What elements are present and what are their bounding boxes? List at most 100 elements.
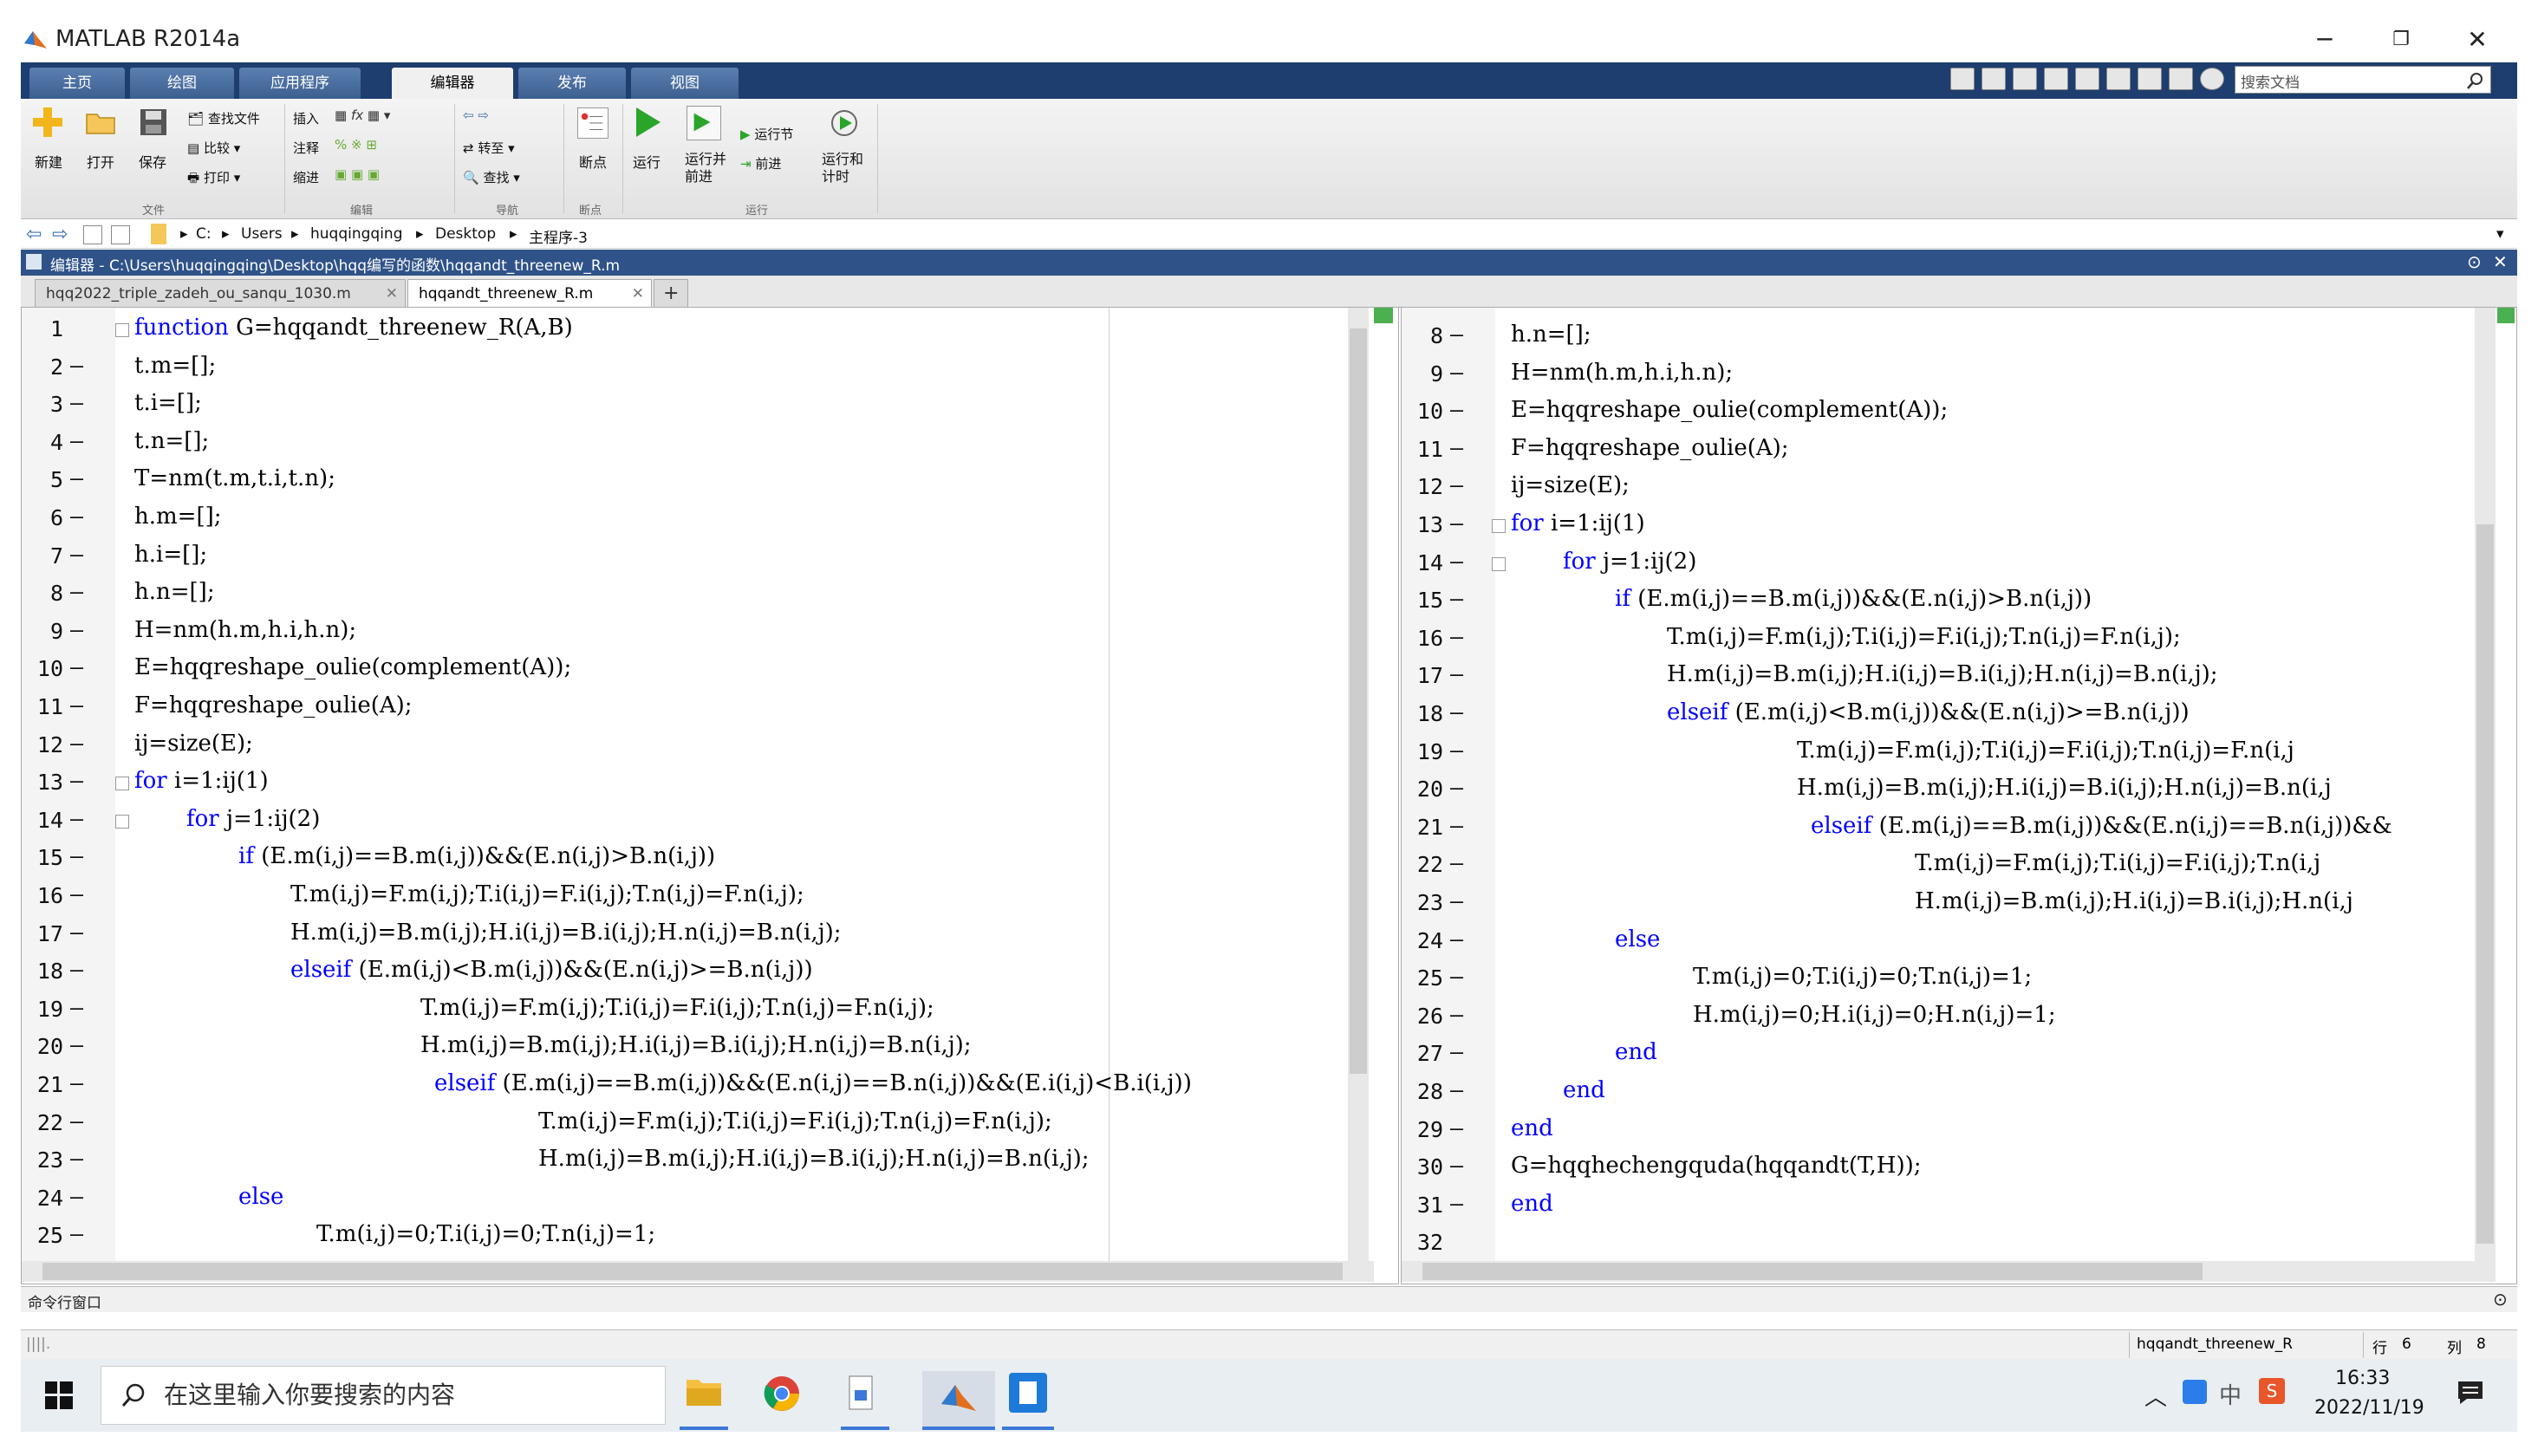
windows-start-icon[interactable] bbox=[45, 1381, 73, 1409]
breakpoint-marker[interactable]: — bbox=[70, 428, 83, 453]
breakpoint-marker[interactable]: — bbox=[1450, 888, 1463, 913]
run-section-button[interactable]: ▶ 运行节 bbox=[740, 125, 793, 143]
breakpoint-marker[interactable]: — bbox=[70, 1184, 83, 1209]
save-button[interactable]: 保存 bbox=[139, 151, 166, 172]
close-button[interactable]: ✕ bbox=[2451, 23, 2503, 57]
code-line[interactable]: 20 — H.m(i,j)=B.m(i,j);H.i(i,j)=B.i(i,j);H… bbox=[1402, 773, 2473, 811]
breakpoint-marker[interactable]: — bbox=[70, 1146, 83, 1171]
tab-editor[interactable]: 编辑器 bbox=[392, 68, 513, 99]
open-icon[interactable] bbox=[85, 109, 116, 135]
fold-toggle-icon[interactable] bbox=[1492, 519, 1506, 533]
chrome-icon[interactable] bbox=[763, 1375, 801, 1413]
code-line[interactable]: 1 function G=hqqandt_threenew_R(A,B) bbox=[22, 313, 1346, 351]
code-line[interactable]: 2 — t.m=[]; bbox=[22, 351, 1346, 389]
breakpoint-marker[interactable]: — bbox=[1450, 435, 1463, 460]
code-line[interactable]: 12 — ij=size(E); bbox=[22, 729, 1346, 767]
comment-icons[interactable]: % ※ ⊞ bbox=[335, 137, 377, 153]
breakpoint-marker[interactable]: — bbox=[70, 1032, 83, 1057]
command-window-options-icon[interactable]: ⊙ bbox=[2493, 1289, 2508, 1310]
taskbar-search-input[interactable]: 在这里输入你要搜索的内容 bbox=[101, 1366, 666, 1425]
tab-publish[interactable]: 发布 bbox=[518, 68, 626, 99]
run-time-button[interactable]: 运行和 计时 bbox=[822, 151, 863, 185]
breakpoint-marker[interactable]: — bbox=[70, 542, 83, 567]
code-line[interactable]: 18 — elseif (E.m(i,j)<B.m(i,j))&&(E.n(i,j)… bbox=[1402, 698, 2473, 736]
code-line[interactable]: 23 — H.m(i,j)=B.m(i,j);H.i(i,j)=B.i(i,j);H… bbox=[22, 1144, 1346, 1182]
breakpoint-marker[interactable]: — bbox=[70, 579, 83, 604]
breakpoint-marker[interactable]: — bbox=[70, 1108, 83, 1134]
code-line[interactable]: 21 — elseif (E.m(i,j)==B.m(i,j))&&(E.n(i,j… bbox=[22, 1069, 1346, 1107]
goto-button[interactable]: ⇄ 转至 ▾ bbox=[463, 139, 515, 157]
breakpoint-marker[interactable]: — bbox=[70, 843, 83, 868]
breakpoint-marker[interactable]: — bbox=[1450, 699, 1463, 725]
code-line[interactable]: 25 — T.m(i,j)=0;T.i(i,j)=0;T.n(i,j)=1; bbox=[1402, 962, 2473, 1000]
undo-icon[interactable] bbox=[2106, 68, 2131, 90]
code-line[interactable]: 25 — T.m(i,j)=0;T.i(i,j)=0;T.n(i,j)=1; bbox=[22, 1219, 1346, 1258]
code-line[interactable]: 14 — for j=1:ij(2) bbox=[1402, 547, 2473, 585]
breakpoint-marker[interactable]: — bbox=[70, 617, 83, 642]
help-icon[interactable] bbox=[2200, 68, 2224, 90]
code-line[interactable]: 19 — T.m(i,j)=F.m(i,j);T.i(i,j)=F.i(i,j);T… bbox=[1402, 736, 2473, 774]
breakpoint-marker[interactable]: — bbox=[1450, 775, 1463, 800]
breakpoint-marker[interactable]: — bbox=[70, 881, 83, 907]
code-line[interactable]: 3 — t.i=[]; bbox=[22, 388, 1346, 426]
breakpoint-marker[interactable]: — bbox=[70, 654, 83, 679]
breakpoint-marker[interactable]: — bbox=[1450, 1191, 1463, 1216]
code-line[interactable]: 10 — E=hqqreshape_oulie(complement(A)); bbox=[22, 653, 1346, 691]
breakpoint-marker[interactable]: — bbox=[70, 768, 83, 793]
code-line[interactable]: 22 — T.m(i,j)=F.m(i,j);T.i(i,j)=F.i(i,j);T… bbox=[1402, 848, 2473, 887]
notifications-icon[interactable] bbox=[2457, 1380, 2484, 1406]
breakpoint-marker[interactable]: — bbox=[1450, 813, 1463, 838]
matlab-taskbar-item[interactable] bbox=[922, 1371, 995, 1427]
indent-button[interactable]: 缩进 bbox=[293, 168, 319, 186]
code-line[interactable]: 21 — elseif (E.m(i,j)==B.m(i,j))&&(E.n(i,j… bbox=[1402, 811, 2473, 849]
run-button[interactable]: 运行 bbox=[633, 151, 661, 172]
ime-indicator[interactable]: 中 bbox=[2219, 1378, 2242, 1410]
forward-icon[interactable]: ⇨ bbox=[52, 224, 68, 245]
code-line[interactable]: 15 — if (E.m(i,j)==B.m(i,j))&&(E.n(i,j)>B.… bbox=[22, 842, 1346, 880]
code-line[interactable]: 10 — E=hqqreshape_oulie(complement(A)); bbox=[1402, 395, 2473, 433]
file-tab[interactable]: hqq2022_triple_zadeh_ou_sanqu_1030.m ✕ bbox=[35, 279, 406, 307]
breakpoint-marker[interactable]: — bbox=[70, 465, 83, 491]
run-time-icon[interactable] bbox=[829, 106, 860, 139]
breakpoint-marker[interactable]: — bbox=[1450, 1077, 1463, 1102]
code-line[interactable]: 29 — end bbox=[1402, 1114, 2473, 1152]
toolbar-icon[interactable] bbox=[1950, 68, 1975, 90]
code-line[interactable]: 6 — h.m=[]; bbox=[22, 502, 1346, 540]
code-line[interactable]: 13 — for i=1:ij(1) bbox=[22, 766, 1346, 804]
back-forward-icons[interactable]: ⇦ ⇨ bbox=[463, 107, 489, 123]
compare-button[interactable]: ▤ 比较 ▾ bbox=[187, 139, 240, 157]
code-line[interactable]: 12 — ij=size(E); bbox=[1402, 471, 2473, 509]
file-explorer-icon[interactable] bbox=[685, 1375, 723, 1409]
breakpoint-marker[interactable]: — bbox=[1450, 586, 1463, 611]
code-line[interactable]: 9 — H=nm(h.m,h.i,h.n); bbox=[1402, 358, 2473, 396]
fold-toggle-icon[interactable] bbox=[115, 814, 129, 829]
editor-options-icon[interactable]: ⊙ bbox=[2467, 251, 2482, 272]
clock-date[interactable]: 2022/11/19 bbox=[2314, 1397, 2424, 1419]
horizontal-scrollbar[interactable] bbox=[22, 1261, 1374, 1282]
code-line[interactable]: 16 — T.m(i,j)=F.m(i,j);T.i(i,j)=F.i(i,j);T… bbox=[1402, 622, 2473, 660]
run-advance-icon[interactable] bbox=[687, 106, 721, 140]
app-icon[interactable] bbox=[1009, 1373, 1047, 1413]
indent-icons[interactable]: ▣ ▣ ▣ bbox=[335, 166, 380, 182]
code-line[interactable]: 16 — T.m(i,j)=F.m(i,j);T.i(i,j)=F.i(i,j);T… bbox=[22, 880, 1346, 918]
up-folder-icon[interactable] bbox=[83, 225, 102, 244]
code-line[interactable]: 30 — G=hqqhechengquda(hqqandt(T,H)); bbox=[1402, 1151, 2473, 1189]
code-line[interactable]: 7 — h.i=[]; bbox=[22, 540, 1346, 578]
code-line[interactable]: 32 bbox=[1402, 1226, 2473, 1264]
code-line[interactable]: 26 — H.m(i,j)=0;H.i(i,j)=0;H.n(i,j)=1; bbox=[1402, 1000, 2473, 1038]
tab-home[interactable]: 主页 bbox=[29, 68, 125, 99]
code-line[interactable]: 24 — else bbox=[22, 1182, 1346, 1220]
breakpoints-button[interactable]: 断点 bbox=[579, 151, 607, 172]
browse-folder-icon[interactable] bbox=[111, 225, 130, 244]
code-line[interactable]: 23 — H.m(i,j)=B.m(i,j);H.i(i,j)=B.i(i,j);H… bbox=[1402, 887, 2473, 925]
search-icon[interactable] bbox=[2466, 71, 2485, 90]
scrollbar-thumb[interactable] bbox=[42, 1263, 1343, 1280]
tab-view[interactable]: 视图 bbox=[631, 68, 739, 99]
document-app-icon[interactable] bbox=[846, 1375, 877, 1413]
code-line[interactable]: 8 — h.n=[]; bbox=[22, 577, 1346, 615]
breakpoint-marker[interactable]: — bbox=[70, 731, 83, 756]
close-tab-icon[interactable]: ✕ bbox=[386, 280, 398, 308]
code-line[interactable]: 13 — for i=1:ij(1) bbox=[1402, 509, 2473, 547]
path-segment[interactable]: C: bbox=[196, 225, 212, 243]
code-line[interactable]: 31 — end bbox=[1402, 1189, 2473, 1227]
